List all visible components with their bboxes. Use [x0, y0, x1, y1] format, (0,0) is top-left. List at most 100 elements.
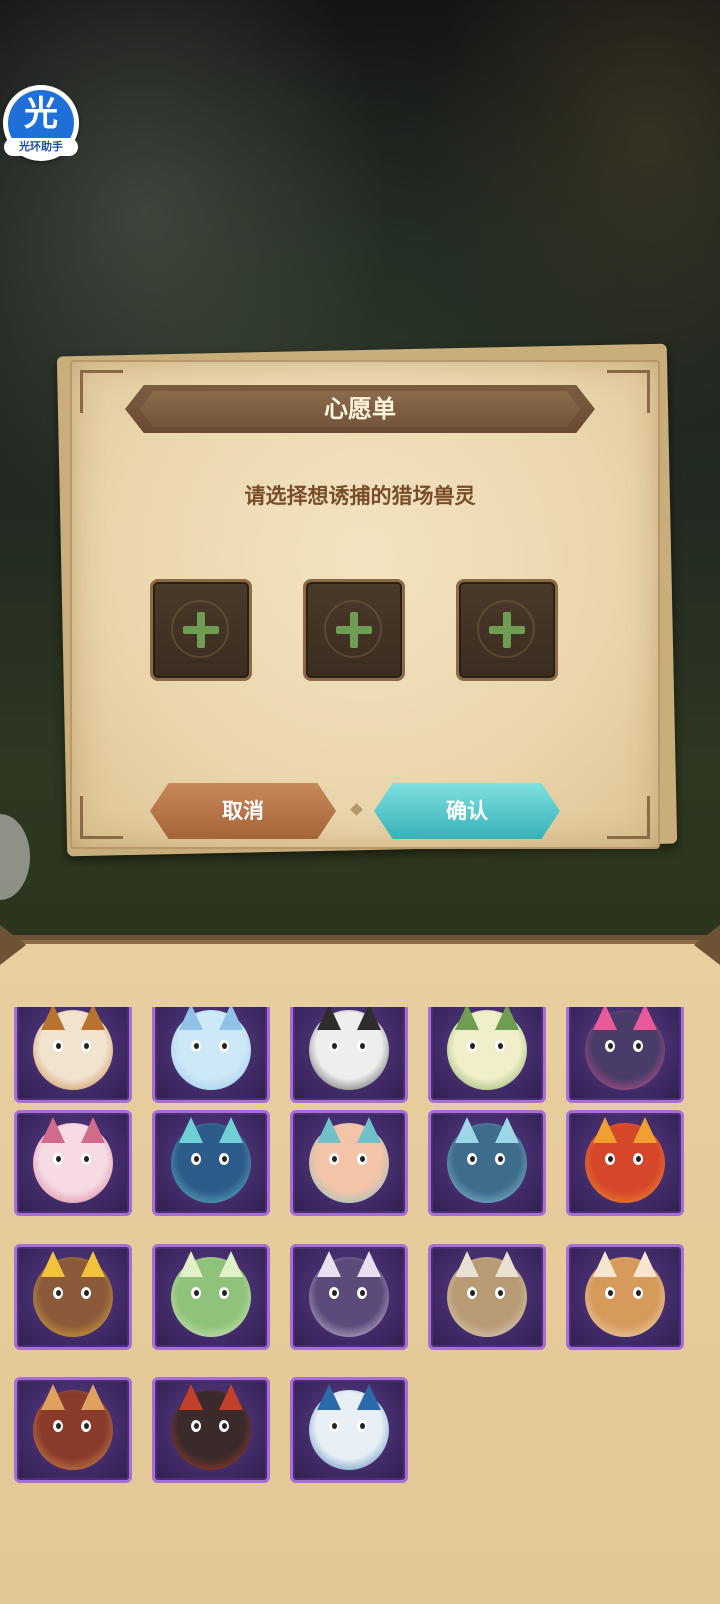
creature-ear: [179, 1007, 203, 1030]
creature-ear: [593, 1251, 617, 1277]
creature-ear: [41, 1007, 65, 1030]
creature-ear: [219, 1251, 243, 1277]
creature-ear: [219, 1384, 243, 1410]
assistant-badge-icon: 光 光环助手: [4, 90, 78, 156]
creature-eye: [53, 1153, 63, 1165]
creature-eye: [53, 1040, 63, 1052]
creature-ear: [81, 1117, 105, 1143]
creature-ear: [41, 1384, 65, 1410]
confirm-button[interactable]: 确认: [374, 783, 560, 839]
creature-ear: [495, 1251, 519, 1277]
creature-portrait: [585, 1251, 665, 1337]
creature-ear: [317, 1384, 341, 1410]
assistant-badge-glyph: 光: [24, 94, 58, 134]
creature-ear: [633, 1251, 657, 1277]
creature-portrait: [447, 1007, 527, 1090]
dialog-title: 心愿单: [324, 395, 396, 423]
creature-card[interactable]: [428, 1244, 546, 1350]
creature-ear: [455, 1007, 479, 1030]
creature-portrait: [33, 1007, 113, 1090]
cancel-button[interactable]: 取消: [150, 783, 336, 839]
creature-ear: [81, 1384, 105, 1410]
creature-card[interactable]: [152, 1377, 270, 1483]
creature-portrait: [447, 1117, 527, 1203]
creature-eye: [329, 1153, 339, 1165]
corner-ornament: [607, 796, 650, 839]
creature-card[interactable]: [14, 1244, 132, 1350]
creature-card[interactable]: [290, 1244, 408, 1350]
creature-card[interactable]: [152, 1244, 270, 1350]
creature-ear: [593, 1117, 617, 1143]
assistant-badge[interactable]: 光 光环助手: [3, 85, 79, 161]
plus-icon: [183, 612, 219, 648]
creature-ear: [455, 1251, 479, 1277]
creature-portrait: [33, 1117, 113, 1203]
creature-portrait: [33, 1251, 113, 1337]
creature-ear: [357, 1007, 381, 1030]
creature-ear: [317, 1007, 341, 1030]
assistant-badge-label: 光环助手: [4, 138, 78, 156]
creature-eye: [605, 1040, 615, 1052]
creature-eye: [191, 1153, 201, 1165]
creature-card[interactable]: [566, 1244, 684, 1350]
creature-card[interactable]: [290, 1110, 408, 1216]
creature-card[interactable]: [566, 1110, 684, 1216]
creature-ear: [179, 1117, 203, 1143]
creature-eye: [357, 1287, 367, 1299]
creature-eye: [191, 1287, 201, 1299]
creature-card[interactable]: [152, 1110, 270, 1216]
creature-card[interactable]: [428, 1110, 546, 1216]
wish-slot-3[interactable]: [456, 579, 558, 681]
creature-eye: [329, 1040, 339, 1052]
wish-slot-1[interactable]: [150, 579, 252, 681]
creature-ear: [179, 1384, 203, 1410]
creature-card[interactable]: [290, 1377, 408, 1483]
creature-portrait: [171, 1384, 251, 1470]
creature-portrait: [309, 1384, 389, 1470]
creature-card[interactable]: [566, 1007, 684, 1103]
confirm-button-label: 确认: [446, 799, 488, 823]
creature-portrait: [171, 1007, 251, 1090]
corner-ornament: [80, 796, 123, 839]
creature-eye: [467, 1153, 477, 1165]
creature-eye: [81, 1420, 91, 1432]
creature-eye: [605, 1153, 615, 1165]
creature-ear: [593, 1007, 617, 1030]
corner-ornament: [607, 370, 650, 413]
creature-eye: [467, 1040, 477, 1052]
creature-eye: [191, 1040, 201, 1052]
creature-portrait: [309, 1007, 389, 1090]
plus-icon: [489, 612, 525, 648]
creature-ear: [81, 1251, 105, 1277]
creature-card[interactable]: [14, 1007, 132, 1103]
creature-eye: [81, 1153, 91, 1165]
creature-eye: [357, 1420, 367, 1432]
creature-eye: [633, 1040, 643, 1052]
creature-eye: [329, 1287, 339, 1299]
creature-eye: [219, 1040, 229, 1052]
creature-ear: [357, 1384, 381, 1410]
creature-portrait: [33, 1384, 113, 1470]
creature-card[interactable]: [14, 1110, 132, 1216]
creature-eye: [219, 1420, 229, 1432]
creature-ear: [357, 1117, 381, 1143]
creature-eye: [329, 1420, 339, 1432]
creature-eye: [219, 1287, 229, 1299]
creature-ear: [179, 1251, 203, 1277]
creature-ear: [219, 1117, 243, 1143]
creature-eye: [219, 1153, 229, 1165]
creature-grid: [14, 1007, 694, 1494]
wish-slot-2[interactable]: [303, 579, 405, 681]
creature-eye: [357, 1040, 367, 1052]
creature-card[interactable]: [290, 1007, 408, 1103]
creature-card[interactable]: [428, 1007, 546, 1103]
creature-ear: [357, 1251, 381, 1277]
creature-card[interactable]: [152, 1007, 270, 1103]
creature-ear: [455, 1117, 479, 1143]
creature-eye: [357, 1153, 367, 1165]
creature-ear: [633, 1007, 657, 1030]
creature-eye: [191, 1420, 201, 1432]
creature-card[interactable]: [14, 1377, 132, 1483]
creature-portrait: [585, 1117, 665, 1203]
creature-eye: [495, 1287, 505, 1299]
